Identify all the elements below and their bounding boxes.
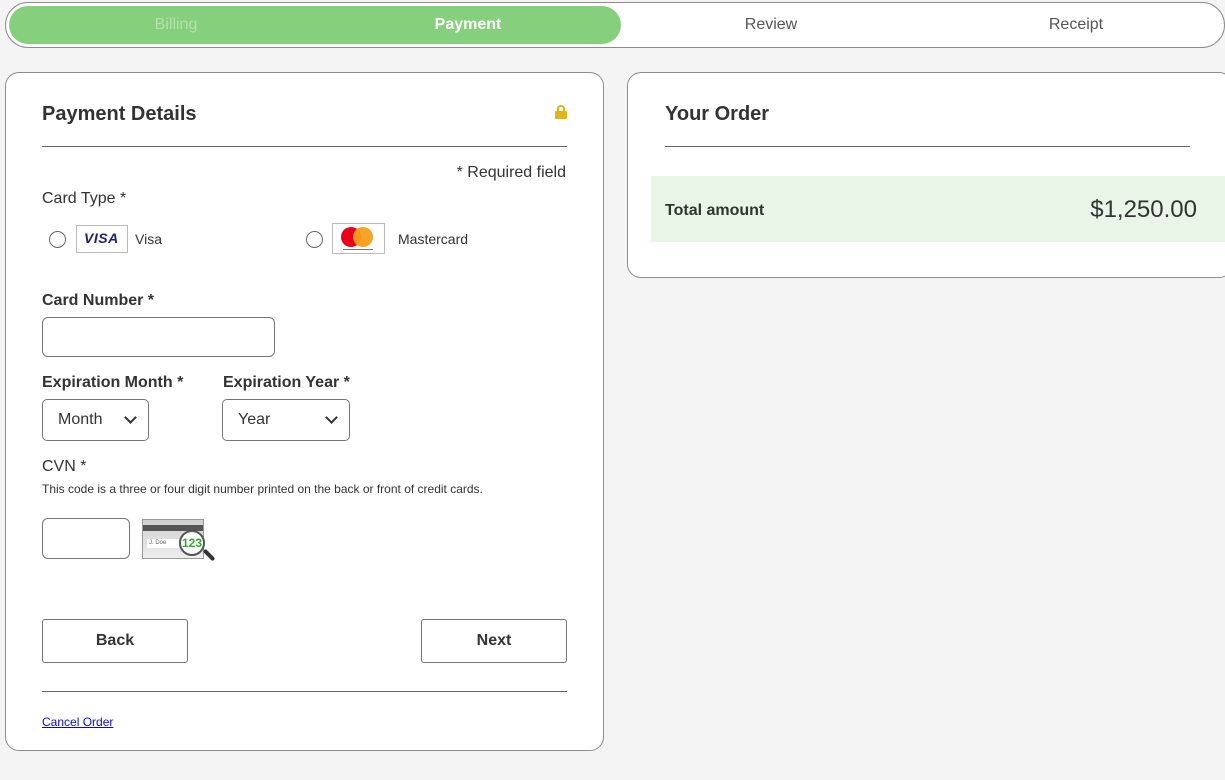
step-billing: Billing xyxy=(154,16,198,33)
step-payment: Payment xyxy=(434,16,502,33)
card-number-input[interactable] xyxy=(42,317,275,357)
mastercard-radio[interactable] xyxy=(306,231,323,248)
visa-logo-icon: VISA xyxy=(76,225,128,253)
cvn-help-text: This code is a three or four digit numbe… xyxy=(42,482,483,496)
title-divider xyxy=(42,146,567,147)
cvn-label: CVN * xyxy=(42,458,87,475)
footer-divider xyxy=(42,691,567,692)
back-button[interactable]: Back xyxy=(42,619,188,663)
order-title-divider xyxy=(665,146,1190,147)
total-amount-label: Total amount xyxy=(665,202,765,219)
your-order-title: Your Order xyxy=(665,103,770,125)
chevron-down-icon xyxy=(124,411,137,424)
visa-radio[interactable] xyxy=(49,231,66,248)
lock-icon xyxy=(555,105,567,119)
expiration-year-label: Expiration Year * xyxy=(223,374,350,391)
required-field-note: * Required field xyxy=(456,164,566,181)
expiration-year-select[interactable]: Year xyxy=(222,399,350,441)
chevron-down-icon xyxy=(325,411,338,424)
payment-details-card: Payment Details * Required field Card Ty… xyxy=(5,72,604,751)
card-type-label: Card Type * xyxy=(42,190,127,207)
total-amount-row: Total amount $1,250.00 xyxy=(651,176,1225,242)
cvn-input[interactable] xyxy=(42,518,130,559)
payment-details-title: Payment Details xyxy=(42,103,197,125)
card-number-label: Card Number * xyxy=(42,292,155,309)
next-button[interactable]: Next xyxy=(421,619,567,663)
step-receipt: Receipt xyxy=(1048,16,1104,33)
step-review: Review xyxy=(744,16,798,33)
expiration-month-select[interactable]: Month xyxy=(42,399,149,441)
your-order-card: Your Order Total amount $1,250.00 xyxy=(627,72,1225,278)
expiration-month-label: Expiration Month * xyxy=(42,374,184,391)
total-amount-value: $1,250.00 xyxy=(1090,196,1197,223)
visa-option-label: Visa xyxy=(135,231,162,247)
mastercard-option-label: Mastercard xyxy=(398,231,469,247)
checkout-progress-bar: Billing Payment Review Receipt xyxy=(5,2,1225,48)
mastercard-logo-icon xyxy=(332,223,385,254)
cancel-order-link[interactable]: Cancel Order xyxy=(42,715,113,729)
cvn-magnifier-card-icon: J. Doe 123 xyxy=(142,519,222,563)
